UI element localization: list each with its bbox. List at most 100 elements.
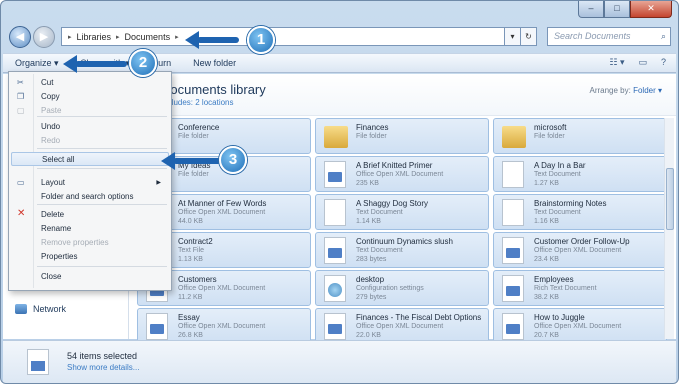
title-bar: – □ ✕ — [1, 1, 678, 23]
menu-item-label: Close — [41, 272, 62, 281]
menu-item-delete[interactable]: ✕ Delete — [11, 208, 169, 222]
refresh-button[interactable]: ↻ — [521, 27, 537, 46]
file-type: File folder — [178, 133, 209, 140]
file-type: Text Document — [534, 171, 581, 178]
callout-2: 2 — [129, 49, 157, 77]
menu-item-properties[interactable]: Properties — [11, 250, 169, 264]
maximize-button[interactable]: □ — [604, 1, 630, 18]
file-type: File folder — [178, 171, 209, 178]
folder-icon — [502, 126, 526, 148]
preview-pane-button[interactable]: ▭ — [638, 57, 647, 68]
menu-item-label: Redo — [41, 136, 61, 145]
address-bar[interactable]: ▸ Libraries ▸ Documents ▸ — [61, 27, 505, 46]
menu-item-label: Paste — [41, 106, 62, 115]
file-size: 23.4 KB — [534, 256, 559, 263]
file-item[interactable]: microsoft File folder — [493, 118, 667, 154]
file-name: At Manner of Few Words — [178, 199, 267, 208]
menu-item-paste[interactable]: ▢ Paste — [11, 104, 169, 118]
menu-item-remove-properties[interactable]: Remove properties — [11, 236, 169, 250]
organize-button[interactable]: Organize ▾ — [15, 58, 59, 69]
docx-icon — [502, 313, 524, 340]
file-name: How to Juggle — [534, 313, 585, 322]
menu-item-label: Folder and search options — [41, 192, 134, 201]
file-name: A Brief Knitted Primer — [356, 161, 433, 170]
menu-item-select-all[interactable]: Select all — [11, 152, 169, 166]
file-name: Brainstorming Notes — [534, 199, 607, 208]
delete-icon: ✕ — [17, 208, 26, 219]
file-size: 1.14 KB — [356, 218, 381, 225]
menu-item-cut[interactable]: ✂ Cut — [11, 76, 169, 90]
file-type: Office Open XML Document — [534, 247, 622, 254]
docx-icon — [502, 275, 524, 302]
file-size: 22.0 KB — [356, 332, 381, 339]
file-type: File folder — [534, 133, 565, 140]
file-size: 1.16 KB — [534, 218, 559, 225]
menu-item-undo[interactable]: Undo — [11, 120, 169, 134]
file-type: Office Open XML Document — [178, 285, 266, 292]
menu-item-copy[interactable]: ❐ Copy — [11, 90, 169, 104]
arrange-label: Arrange by: — [589, 86, 631, 95]
arrange-by-dropdown[interactable]: Folder ▾ — [633, 86, 662, 95]
views-button[interactable]: ☷ ▾ — [609, 57, 624, 68]
address-buttons: ▾ ↻ — [505, 27, 537, 46]
file-name: Essay — [178, 313, 200, 322]
menu-item-rename[interactable]: Rename — [11, 222, 169, 236]
file-name: Customer Order Follow-Up — [534, 237, 630, 246]
close-button[interactable]: ✕ — [630, 1, 672, 18]
breadcrumb-libraries[interactable]: Libraries — [77, 32, 112, 42]
show-more-details-link[interactable]: Show more details... — [67, 363, 139, 372]
scrollbar-thumb[interactable] — [666, 168, 674, 230]
file-item[interactable]: A Shaggy Dog Story Text Document 1.14 KB — [315, 194, 489, 230]
file-item[interactable]: Continuum Dynamics slush Text Document 283… — [315, 232, 489, 268]
menu-item-layout[interactable]: ▭ Layout ▶ — [11, 176, 169, 190]
menu-item-redo[interactable]: Redo — [11, 134, 169, 148]
file-name: Contract2 — [178, 237, 213, 246]
menu-item-label: Select all — [42, 155, 75, 164]
menu-item-folder-and-search-options[interactable]: Folder and search options — [11, 190, 169, 204]
file-item[interactable]: Employees Rich Text Document 38.2 KB — [493, 270, 667, 306]
menu-item-label: Rename — [41, 224, 72, 233]
folder-icon — [324, 126, 348, 148]
file-size: 279 bytes — [356, 294, 387, 301]
file-item[interactable]: Finances - The Fiscal Debt Options Office… — [315, 308, 489, 344]
nav-item-label: Network — [33, 304, 67, 314]
document-icon — [27, 349, 49, 375]
nav-item-network[interactable]: Network — [15, 304, 66, 314]
file-grid: Conference File folder Finances File folder… — [137, 118, 667, 344]
file-item[interactable]: desktop Configuration settings 279 bytes — [315, 270, 489, 306]
docx-icon — [324, 161, 346, 188]
breadcrumb-documents[interactable]: Documents — [125, 32, 171, 42]
menu-item-label: Layout — [41, 178, 66, 187]
file-item[interactable]: A Brief Knitted Primer Office Open XML Do… — [315, 156, 489, 192]
menu-item-close[interactable]: Close — [11, 270, 169, 284]
address-dropdown-button[interactable]: ▾ — [505, 27, 521, 46]
arrange-by: Arrange by: Folder ▾ — [589, 86, 662, 95]
vertical-scrollbar[interactable] — [664, 118, 674, 339]
forward-button[interactable]: ▶ — [33, 26, 55, 48]
menu-separator — [37, 204, 167, 205]
file-item[interactable]: Customer Order Follow-Up Office Open XML … — [493, 232, 667, 268]
address-row: ◀ ▶ ▸ Libraries ▸ Documents ▸ ▾ ↻ Search… — [7, 25, 672, 49]
file-item[interactable]: A Day In a Bar Text Document 1.27 KB — [493, 156, 667, 192]
new-folder-button[interactable]: New folder — [193, 58, 236, 68]
file-size: 20.7 KB — [534, 332, 559, 339]
library-title: Documents library — [161, 82, 266, 97]
file-type: Office Open XML Document — [356, 323, 444, 330]
menu-item-label: Delete — [41, 210, 65, 219]
file-type: Office Open XML Document — [178, 209, 266, 216]
file-item[interactable]: How to Juggle Office Open XML Document 20.… — [493, 308, 667, 344]
back-button[interactable]: ◀ — [9, 26, 31, 48]
file-item[interactable]: Essay Office Open XML Document 26.8 KB — [137, 308, 311, 344]
file-name: Continuum Dynamics slush — [356, 237, 453, 246]
layout-icon: ▭ — [17, 178, 25, 187]
config-icon — [324, 275, 346, 302]
file-type: Text Document — [356, 247, 403, 254]
file-type: Rich Text Document — [534, 285, 597, 292]
file-item[interactable]: Finances File folder — [315, 118, 489, 154]
search-input[interactable]: Search Documents ⌕ — [547, 27, 671, 46]
file-name: Customers — [178, 275, 217, 284]
file-item[interactable]: Brainstorming Notes Text Document 1.16 KB — [493, 194, 667, 230]
minimize-button[interactable]: – — [578, 1, 604, 18]
file-name: Conference — [178, 123, 220, 132]
help-button[interactable]: ? — [661, 57, 666, 68]
